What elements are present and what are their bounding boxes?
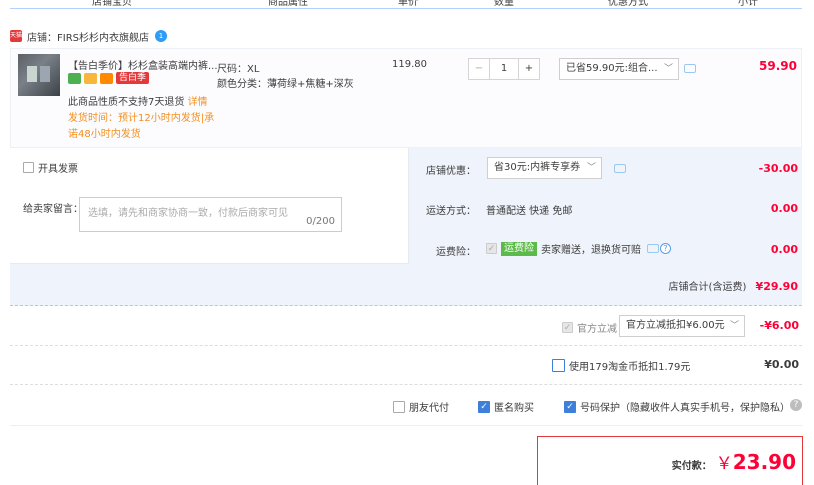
card-tag-icon: [100, 72, 113, 84]
coin-value: ¥0.00: [764, 358, 799, 371]
payment-label: 实付款：: [671, 461, 712, 472]
tmall-icon: 天猫: [10, 30, 22, 42]
message-label: 给卖家留言：: [23, 204, 83, 215]
invoice-option[interactable]: 开具发票: [23, 160, 78, 175]
chat-icon[interactable]: [647, 244, 659, 253]
insurance-label: 运费险：: [436, 247, 476, 258]
shop-row: 天猫 店铺：FIRS杉杉内衣旗舰店 1: [10, 26, 167, 46]
cart-item: 【告白季价】杉杉盒装高端内裤... 告白季 此商品性质不支持7天退货 详情 发货…: [10, 48, 802, 148]
seller-message-input[interactable]: 选填，请先和商家协商一致，付款后商家可见 0/200: [79, 197, 342, 232]
discount-select[interactable]: 已省59.90元:组合... ﹀: [559, 58, 679, 80]
divider: [10, 425, 802, 426]
table-header: 店铺宝贝 商品属性 单价 数量 优惠方式 小计: [0, 0, 814, 8]
friend-pay-checkbox[interactable]: [393, 400, 405, 413]
col-header-price: 单价: [398, 0, 418, 8]
shop-discount-label: 店铺优惠：: [426, 166, 476, 177]
chevron-down-icon: ﹀: [663, 64, 673, 74]
col-header-shop: 店铺宝贝: [92, 0, 132, 8]
quantity-stepper: − 1 +: [468, 58, 540, 80]
chevron-down-icon: ﹀: [586, 163, 596, 173]
friend-pay-label: 朋友代付: [409, 403, 449, 414]
payment-summary: 实付款： ￥ 23.90: [537, 436, 803, 485]
buyer-options: 开具发票 给卖家留言： 选填，请先和商家协商一致，付款后商家可见 0/200: [10, 148, 409, 264]
coin-label: 使用179淘金币抵扣1.79元: [569, 362, 691, 373]
insurance-option: ✓ 运费险 卖家赠送，退换货可赔 ?: [486, 241, 671, 256]
col-header-attrs: 商品属性: [268, 0, 308, 8]
insurance-tag: 运费险: [501, 241, 537, 256]
col-header-subtotal: 小计: [738, 0, 758, 8]
message-placeholder: 选填，请先和商家协商一致，付款后商家可见: [88, 208, 288, 219]
shop-total: 店铺合计(含运费) ¥29.90: [669, 278, 798, 293]
payment-amount: 23.90: [732, 450, 796, 474]
currency-symbol: ￥: [715, 454, 733, 474]
shop-total-value: ¥29.90: [755, 280, 798, 293]
official-discount-label: 官方立减: [577, 324, 617, 335]
shop-total-label: 店铺合计(含运费): [668, 282, 747, 293]
discount-select-value: 已省59.90元:组合...: [566, 63, 658, 74]
coin-option[interactable]: 使用179淘金币抵扣1.79元: [552, 358, 690, 373]
official-discount-select[interactable]: 官方立减抵扣¥6.00元 ﹀: [619, 315, 745, 337]
ship-time-line2: 诺48小时内发货: [68, 129, 141, 140]
col-header-discount: 优惠方式: [608, 0, 648, 8]
privacy-checkbox[interactable]: ✓: [564, 400, 576, 413]
divider: [10, 384, 802, 385]
product-title[interactable]: 【告白季价】杉杉盒装高端内裤...: [68, 57, 218, 72]
privacy-label: 号码保护（隐藏收件人真实手机号，保护隐私）: [580, 403, 790, 414]
official-discount-value: -¥6.00: [759, 319, 799, 332]
delivery-label: 运送方式：: [426, 206, 476, 217]
gift-tag-icon: [84, 72, 97, 84]
col-header-qty: 数量: [494, 0, 514, 8]
qty-plus-button[interactable]: +: [518, 58, 540, 80]
official-discount-select-value: 官方立减抵扣¥6.00元: [626, 320, 725, 331]
chevron-down-icon: ﹀: [729, 321, 739, 331]
invoice-checkbox[interactable]: [23, 162, 34, 173]
product-thumbnail[interactable]: [18, 54, 60, 96]
official-discount-checkbox: ✓: [562, 322, 573, 333]
item-size: 尺码：XL: [217, 64, 260, 75]
wangwang-chat-icon[interactable]: 1: [155, 30, 167, 42]
item-subtotal: 59.90: [759, 59, 797, 73]
invoice-label: 开具发票: [38, 164, 78, 175]
detail-link[interactable]: 详情: [188, 97, 208, 108]
anonymous-checkbox[interactable]: ✓: [478, 400, 490, 413]
message-counter: 0/200: [306, 216, 335, 227]
shop-name[interactable]: 店铺：FIRS杉杉内衣旗舰店: [27, 29, 149, 44]
help-icon[interactable]: ?: [660, 243, 671, 254]
privacy-option[interactable]: ✓ 号码保护（隐藏收件人真实手机号，保护隐私）: [564, 399, 790, 414]
qty-minus-button[interactable]: −: [468, 58, 490, 80]
insurance-text: 卖家赠送，退换货可赔: [541, 245, 641, 256]
shop-discount-select[interactable]: 省30元:内裤专享券 ﹀: [487, 157, 602, 179]
no-return-text: 此商品性质不支持7天退货: [68, 97, 185, 108]
promo-tag: 告白季: [116, 72, 150, 84]
ship-time-line1: 发货时间：预计12小时内发货|承: [68, 113, 215, 124]
delivery-price: 0.00: [770, 202, 798, 215]
delivery-value: 普通配送 快递 免邮: [486, 206, 573, 217]
unit-price: 119.80: [392, 59, 427, 70]
official-discount-option: ✓ 官方立减: [562, 320, 617, 335]
return-policy: 此商品性质不支持7天退货 详情: [68, 93, 208, 108]
divider: [10, 345, 802, 346]
anonymous-option[interactable]: ✓ 匿名购买: [478, 399, 534, 414]
actual-payment: 实付款： ￥ 23.90: [672, 449, 796, 474]
insurance-price: 0.00: [770, 243, 798, 256]
qty-input[interactable]: 1: [490, 58, 518, 80]
shop-discount-select-value: 省30元:内裤专享券: [494, 162, 581, 173]
chat-icon[interactable]: [614, 164, 626, 173]
shop-discount-value: -30.00: [758, 162, 798, 175]
header-divider: [10, 8, 802, 9]
insurance-checkbox: ✓: [486, 243, 497, 254]
order-options: 开具发票 给卖家留言： 选填，请先和商家协商一致，付款后商家可见 0/200 店…: [10, 148, 802, 306]
item-color: 颜色分类：薄荷绿+焦糖+深灰: [217, 79, 354, 90]
anonymous-label: 匿名购买: [494, 403, 534, 414]
product-tags: 告白季: [68, 72, 150, 84]
chat-icon[interactable]: [684, 64, 696, 73]
service-tag-icon: [68, 72, 81, 84]
friend-pay-option[interactable]: 朋友代付: [393, 399, 449, 414]
help-icon[interactable]: ?: [790, 399, 802, 411]
coin-checkbox[interactable]: [552, 359, 565, 372]
